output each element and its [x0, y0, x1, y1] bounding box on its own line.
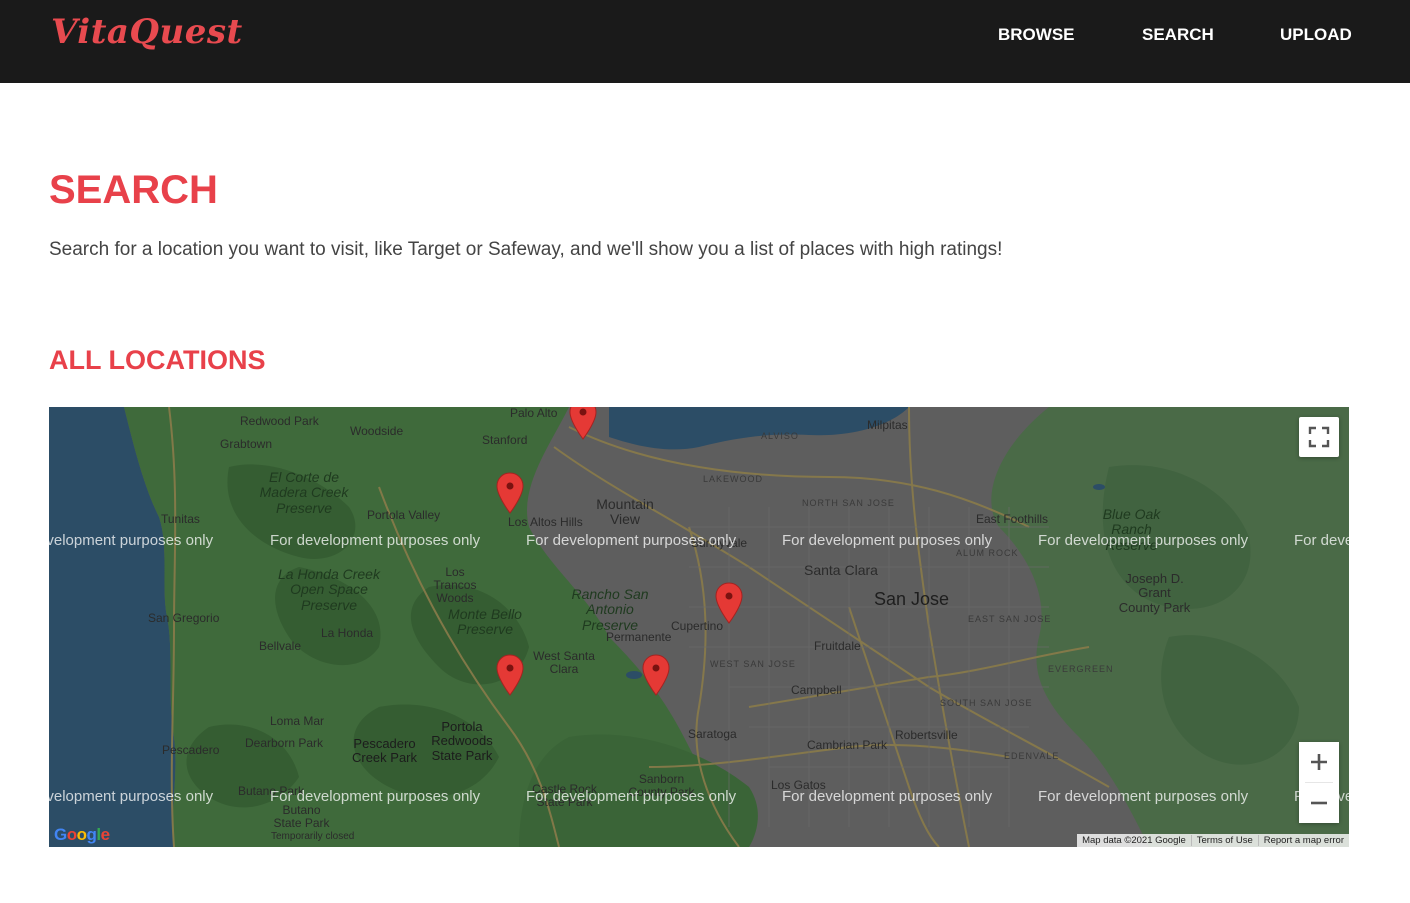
location-marker-icon[interactable]: [569, 407, 597, 440]
dev-watermark: For development purposes only: [1038, 532, 1249, 549]
map-label: Pescadero: [162, 743, 220, 757]
fullscreen-icon: [1308, 426, 1330, 448]
dev-watermark: For development purposes only: [49, 788, 214, 805]
dev-watermark: For development purposes only: [270, 532, 481, 549]
map-label: Joseph D. Grant County Park: [1118, 571, 1191, 615]
report-map-error-link[interactable]: Report a map error: [1257, 835, 1349, 846]
map-label: Bellvale: [259, 639, 302, 653]
map-label: Cambrian Park: [807, 738, 888, 752]
search-intro-text: Search for a location you want to visit,…: [49, 239, 1003, 260]
dev-watermark: For development purposes only: [782, 532, 993, 549]
map-label: San Jose: [874, 589, 950, 609]
map-label: Los Altos Hills: [508, 515, 583, 529]
map-label: Monte Bello Preserve: [448, 606, 522, 638]
dev-watermark: For development purposes only: [526, 532, 737, 549]
locations-map[interactable]: Palo Alto Milpitas Redwood Park Woodside…: [49, 407, 1349, 847]
map-label: Pescadero Creek Park: [351, 736, 418, 766]
dev-watermark: For development purposes only: [270, 788, 481, 805]
map-label: Permanente: [606, 630, 672, 644]
map-label: Butano State Park: [273, 803, 330, 831]
map-label: Los Trancos Woods: [433, 565, 477, 606]
map-label: EAST SAN JOSE: [968, 614, 1052, 624]
brand-logo[interactable]: VitaQuest: [51, 12, 243, 52]
map-label: ALUM ROCK: [956, 548, 1019, 558]
dev-watermark: For development purposes only: [1294, 532, 1349, 549]
terms-of-use-link[interactable]: Terms of Use: [1190, 835, 1258, 846]
map-label: Portola Valley: [367, 508, 441, 522]
zoom-out-button[interactable]: [1299, 783, 1339, 823]
map-label: San Gregorio: [148, 611, 220, 625]
map-label: East Foothills: [976, 512, 1049, 526]
minus-icon: [1311, 801, 1327, 805]
page-title: SEARCH: [49, 168, 218, 212]
zoom-in-button[interactable]: [1299, 742, 1339, 782]
dev-watermark: For development purposes only: [526, 788, 737, 805]
location-marker-icon[interactable]: [496, 654, 524, 696]
fullscreen-button[interactable]: [1299, 417, 1339, 457]
all-locations-heading: ALL LOCATIONS: [49, 345, 266, 375]
map-label: Rancho San Antonio Preserve: [571, 586, 649, 633]
dev-watermark: For development purposes only: [1038, 788, 1249, 805]
map-label: EVERGREEN: [1048, 664, 1114, 674]
dev-watermark: For development purposes only: [49, 532, 214, 549]
map-label: Milpitas: [867, 418, 908, 432]
map-label: El Corte de Madera Creek Preserve: [259, 469, 349, 516]
location-marker-icon[interactable]: [642, 654, 670, 696]
map-attribution: Map data ©2021 Google Terms of Use Repor…: [1077, 834, 1349, 847]
plus-icon: [1311, 754, 1327, 770]
map-label: Robertsville: [895, 728, 958, 742]
map-label: Loma Mar: [270, 714, 325, 728]
map-label: LAKEWOOD: [703, 474, 764, 484]
map-label: SOUTH SAN JOSE: [940, 698, 1033, 708]
map-label: Portola Redwoods State Park: [431, 719, 493, 763]
nav-upload-link[interactable]: UPLOAD: [1280, 25, 1352, 45]
nav-search-link[interactable]: SEARCH: [1142, 25, 1214, 45]
location-marker-icon[interactable]: [496, 472, 524, 514]
map-label: Tunitas: [161, 512, 200, 526]
map-label: Saratoga: [688, 727, 737, 741]
map-label: Redwood Park: [240, 414, 319, 428]
map-label: EDENVALE: [1004, 751, 1060, 761]
location-marker-icon[interactable]: [715, 582, 743, 624]
dev-watermark: For development purposes only: [782, 788, 993, 805]
map-label: ALVISO: [761, 431, 799, 441]
map-label: Woodside: [350, 424, 404, 438]
google-logo[interactable]: Google: [54, 825, 110, 845]
map-label: West Santa Clara: [533, 649, 595, 677]
map-label: Grabtown: [220, 437, 273, 451]
map-label: Dearborn Park: [245, 736, 324, 750]
zoom-control: [1299, 742, 1339, 823]
map-label: Mountain View: [596, 496, 654, 528]
map-label: Santa Clara: [804, 562, 878, 578]
nav-browse-link[interactable]: BROWSE: [998, 25, 1075, 45]
map-label: La Honda: [321, 626, 374, 640]
map-label: Stanford: [482, 433, 528, 447]
map-label: La Honda Creek Open Space Preserve: [278, 566, 380, 613]
map-label: NORTH SAN JOSE: [802, 498, 895, 508]
map-label: Temporarily closed: [271, 831, 355, 842]
map-label: Fruitdale: [814, 639, 861, 653]
map-data-credit: Map data ©2021 Google: [1082, 835, 1186, 846]
map-label: WEST SAN JOSE: [710, 659, 796, 669]
map-label: Campbell: [791, 683, 842, 697]
map-label: Palo Alto: [510, 407, 558, 420]
top-navbar: VitaQuest BROWSE SEARCH UPLOAD: [0, 0, 1410, 83]
